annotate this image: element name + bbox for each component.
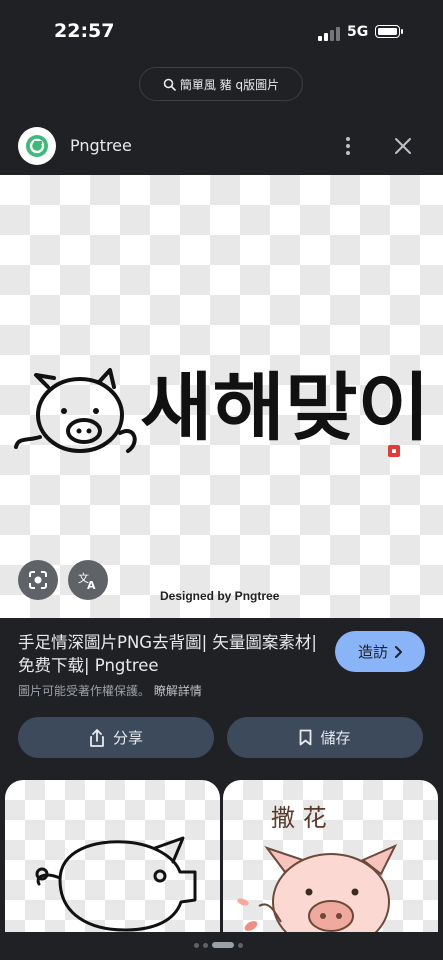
lens-button[interactable] (18, 560, 58, 600)
pig-cartoon-image: 撒 花 (237, 804, 398, 950)
page-indicator (194, 942, 243, 948)
related-thumb[interactable] (5, 780, 220, 950)
site-logo[interactable] (18, 127, 56, 165)
search-icon (163, 78, 176, 91)
search-query-pill[interactable]: 簡單風 豬 q版圖片 (139, 67, 303, 101)
status-bar: 22:57 5G (0, 0, 443, 62)
copyright-text: 圖片可能受著作權保護。 (18, 684, 151, 698)
more-vert-icon[interactable] (338, 132, 358, 160)
share-icon (90, 728, 104, 747)
share-button[interactable]: 分享 (18, 717, 214, 758)
result-title[interactable]: 手足情深圖片PNG去背圖| 矢量圖案素材| 免费下载| Pngtree (18, 631, 318, 677)
signal-icon (318, 27, 340, 41)
status-time: 22:57 (54, 20, 115, 42)
pig-outline-image (35, 836, 197, 932)
lens-icon (29, 571, 47, 589)
visit-label: 造訪 (357, 643, 388, 661)
copyright-notice: 圖片可能受著作權保護。 瞭解詳情 (18, 682, 202, 699)
battery-icon (375, 25, 403, 38)
save-label: 儲存 (320, 729, 351, 747)
visit-button[interactable]: 造訪 (335, 631, 425, 672)
learn-more-link[interactable]: 瞭解詳情 (154, 684, 202, 698)
watermark-text: Designed by Pngtree (160, 589, 280, 603)
page-dot (203, 942, 208, 948)
translate-button[interactable]: 文 A (68, 560, 108, 600)
chevron-right-icon (395, 645, 402, 658)
share-label: 分享 (112, 729, 143, 747)
network-label: 5G (347, 24, 369, 40)
search-query-text: 簡單風 豬 q版圖片 (179, 77, 280, 92)
site-name[interactable]: Pngtree (70, 136, 132, 155)
pig-calligraphy-artwork: 새해맞이 (14, 365, 430, 457)
related-thumb[interactable]: 撒 花 (223, 780, 438, 950)
source-header: Pngtree (0, 118, 443, 174)
image-preview[interactable]: 새해맞이 Designed by Pngtree 文 A (0, 175, 443, 618)
svg-text:A: A (87, 579, 96, 591)
page-dot (238, 942, 243, 948)
save-button[interactable]: 儲存 (227, 717, 423, 758)
translate-icon: 文 A (78, 571, 96, 591)
page-dot-active (212, 942, 234, 948)
bookmark-icon (300, 729, 312, 746)
calligraphy-text: 새해맞이 (140, 365, 430, 451)
page-dot (194, 942, 199, 948)
pngtree-logo-icon (26, 135, 48, 157)
close-icon[interactable] (390, 133, 416, 159)
related-thumb-caption: 撒 花 (271, 804, 327, 832)
